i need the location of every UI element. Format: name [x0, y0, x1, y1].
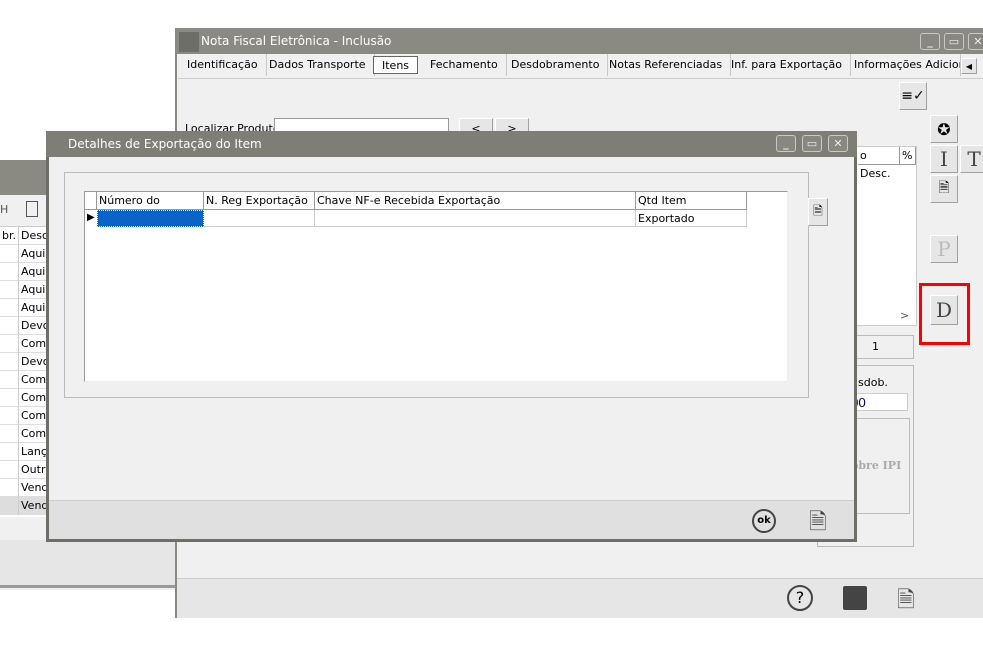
cancel-document-icon[interactable]: 🗎	[930, 175, 958, 203]
app-icon	[179, 32, 199, 52]
ipi-label: obre IPI	[851, 459, 902, 472]
tab-dados-transporte[interactable]: Dados Transporte	[261, 54, 375, 76]
side-button-d[interactable]: D	[930, 295, 958, 325]
cell-chave-nfe[interactable]	[315, 210, 636, 227]
bottom-toolbar: ? 🗎	[177, 578, 983, 618]
main-titlebar: Nota Fiscal Eletrônica - Inclusão _ ▭ ✕	[177, 30, 983, 54]
tab-informacoes-adicionais[interactable]: Informações Adicionai	[846, 54, 961, 76]
header-cell: br.	[2, 229, 16, 242]
tab-scroll-left[interactable]: ◀	[961, 58, 977, 74]
cancel-document-icon[interactable]: 🗎	[897, 583, 915, 621]
side-button-p[interactable]: P	[930, 235, 958, 263]
toolbar-icon[interactable]: H	[0, 203, 8, 216]
desdob-label: sdob.	[858, 376, 888, 389]
checklist-icon[interactable]: ≡✓	[899, 82, 927, 110]
col-reg-exportacao[interactable]: N. Reg Exportação	[204, 192, 315, 210]
button-label: I	[940, 147, 948, 171]
gear-icon[interactable]: ✪	[930, 115, 958, 143]
tab-inf-exportacao[interactable]: Inf. para Exportação	[723, 54, 852, 76]
save-icon[interactable]	[843, 586, 867, 610]
tab-desdobramento[interactable]: Desdobramento	[503, 54, 609, 76]
current-row-indicator: ▶	[87, 212, 95, 223]
button-label: D	[935, 298, 953, 322]
export-grid: Número do Drawback N. Reg Exportação Cha…	[84, 191, 788, 382]
ok-icon[interactable]: ok	[752, 509, 776, 533]
button-label: T	[967, 147, 981, 171]
tab-bar: Identificação Dados Transporte Itens Fec…	[177, 54, 983, 78]
col-chave-nfe[interactable]: Chave NF-e Recebida Exportação	[315, 192, 636, 210]
new-document-icon[interactable]	[26, 201, 38, 217]
help-icon[interactable]: ?	[787, 585, 813, 611]
dialog-footer: ok 🗎	[49, 500, 854, 539]
tab-fechamento[interactable]: Fechamento	[422, 54, 507, 76]
cancel-document-icon[interactable]: 🗎	[809, 505, 827, 543]
dialog-group: Número do Drawback N. Reg Exportação Cha…	[64, 172, 809, 398]
side-button-t[interactable]: T	[960, 145, 983, 173]
button-label: P	[937, 237, 951, 261]
cell-numero-drawback[interactable]	[97, 210, 204, 227]
export-details-dialog: Detalhes de Exportação do Item _ ▭ ✕ Núm…	[46, 131, 857, 542]
window-title: Nota Fiscal Eletrônica - Inclusão	[201, 34, 392, 48]
col-qtd-item[interactable]: Qtd Item Exportado	[636, 192, 747, 225]
grid-header-percent: %	[900, 147, 916, 165]
close-icon[interactable]: ✕	[968, 33, 983, 50]
cancel-document-icon[interactable]: 🗎	[808, 198, 828, 226]
grid-header-desc: o Desc.	[858, 147, 900, 180]
desdob-input[interactable]	[848, 393, 908, 411]
dialog-title: Detalhes de Exportação do Item	[68, 137, 262, 151]
tab-identificacao[interactable]: Identificação	[179, 54, 267, 76]
ipi-group: obre IPI	[848, 418, 910, 514]
tab-itens[interactable]: Itens	[373, 56, 419, 74]
minimize-icon[interactable]: _	[920, 33, 940, 50]
row-indicator-header	[85, 192, 97, 210]
maximize-icon[interactable]: ▭	[944, 33, 964, 50]
cell-qtd-item[interactable]	[636, 210, 747, 227]
scroll-right-arrow[interactable]: >	[900, 309, 909, 322]
tab-notas-referenciadas[interactable]: Notas Referenciadas	[601, 54, 732, 76]
cell-reg-exportacao[interactable]	[204, 210, 315, 227]
maximize-icon[interactable]: ▭	[802, 135, 822, 152]
side-button-i[interactable]: I	[930, 145, 958, 173]
back-bottom	[0, 540, 180, 588]
close-icon[interactable]: ✕	[828, 135, 848, 152]
dialog-titlebar: Detalhes de Exportação do Item _ ▭ ✕	[46, 131, 857, 157]
col-numero-drawback[interactable]: Número do Drawback	[97, 192, 204, 225]
minimize-icon[interactable]: _	[776, 135, 796, 152]
